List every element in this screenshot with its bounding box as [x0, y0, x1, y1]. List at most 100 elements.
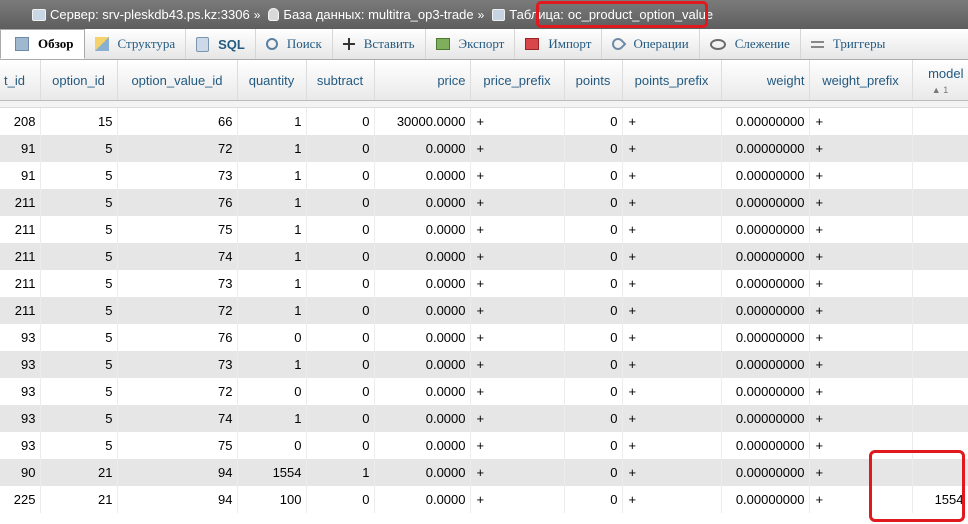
cell-model[interactable]	[912, 351, 968, 378]
cell-subtract[interactable]: 0	[306, 270, 375, 297]
table-row[interactable]: 93 5 73 1 0 0.0000 +0 +0.00000000 +	[0, 351, 968, 378]
cell-subtract[interactable]: 0	[306, 324, 375, 351]
cell-quantity[interactable]: 1	[237, 189, 307, 216]
cell-product-id[interactable]: 211	[0, 189, 41, 216]
table-row[interactable]: 93 5 76 0 0 0.0000 +0 +0.00000000 +	[0, 324, 968, 351]
table-row[interactable]: 90 21 94 1554 1 0.0000 +0 +0.00000000 +	[0, 459, 968, 486]
cell-model[interactable]	[912, 324, 968, 351]
cell-weight[interactable]: 0.00000000	[721, 459, 810, 486]
cell-subtract[interactable]: 0	[306, 216, 375, 243]
cell-points-prefix[interactable]: +	[622, 378, 722, 405]
cell-subtract[interactable]: 0	[306, 486, 375, 513]
cell-weight[interactable]: 0.00000000	[721, 107, 810, 135]
table-row[interactable]: 93 5 75 0 0 0.0000 +0 +0.00000000 +	[0, 432, 968, 459]
cell-quantity[interactable]: 0	[237, 324, 307, 351]
table-row[interactable]: 93 5 72 0 0 0.0000 +0 +0.00000000 +	[0, 378, 968, 405]
cell-weight[interactable]: 0.00000000	[721, 216, 810, 243]
table-row[interactable]: 211 5 74 1 0 0.0000 +0 +0.00000000 +	[0, 243, 968, 270]
column-header-points-prefix[interactable]: points_prefix	[622, 60, 722, 101]
cell-weight-prefix[interactable]: +	[809, 243, 913, 270]
cell-price-prefix[interactable]: +	[470, 459, 565, 486]
cell-points-prefix[interactable]: +	[622, 189, 722, 216]
cell-points[interactable]: 0	[564, 351, 623, 378]
cell-subtract[interactable]: 0	[306, 107, 375, 135]
cell-points-prefix[interactable]: +	[622, 135, 722, 162]
cell-points-prefix[interactable]: +	[622, 324, 722, 351]
cell-option-id[interactable]: 15	[40, 107, 118, 135]
cell-option-value-id[interactable]: 74	[117, 243, 238, 270]
cell-model[interactable]	[912, 216, 968, 243]
cell-price-prefix[interactable]: +	[470, 351, 565, 378]
cell-product-id[interactable]: 208	[0, 107, 41, 135]
cell-price[interactable]: 0.0000	[374, 486, 471, 513]
cell-weight-prefix[interactable]: +	[809, 162, 913, 189]
cell-points[interactable]: 0	[564, 486, 623, 513]
cell-product-id[interactable]: 211	[0, 216, 41, 243]
cell-option-id[interactable]: 5	[40, 351, 118, 378]
tab-export[interactable]: Экспорт	[426, 29, 516, 59]
cell-option-id[interactable]: 5	[40, 135, 118, 162]
cell-points[interactable]: 0	[564, 378, 623, 405]
cell-price[interactable]: 0.0000	[374, 324, 471, 351]
cell-weight[interactable]: 0.00000000	[721, 486, 810, 513]
cell-price-prefix[interactable]: +	[470, 405, 565, 432]
cell-weight[interactable]: 0.00000000	[721, 351, 810, 378]
cell-price-prefix[interactable]: +	[470, 324, 565, 351]
tab-sql[interactable]: SQL	[186, 29, 256, 59]
cell-price[interactable]: 0.0000	[374, 351, 471, 378]
cell-weight-prefix[interactable]: +	[809, 270, 913, 297]
cell-product-id[interactable]: 93	[0, 405, 41, 432]
cell-weight-prefix[interactable]: +	[809, 189, 913, 216]
cell-price[interactable]: 0.0000	[374, 405, 471, 432]
cell-weight[interactable]: 0.00000000	[721, 297, 810, 324]
cell-subtract[interactable]: 0	[306, 189, 375, 216]
cell-price[interactable]: 0.0000	[374, 162, 471, 189]
cell-quantity[interactable]: 1	[237, 270, 307, 297]
table-row[interactable]: 211 5 73 1 0 0.0000 +0 +0.00000000 +	[0, 270, 968, 297]
cell-quantity[interactable]: 1	[237, 297, 307, 324]
cell-subtract[interactable]: 0	[306, 162, 375, 189]
cell-option-id[interactable]: 5	[40, 162, 118, 189]
column-header-weight-prefix[interactable]: weight_prefix	[809, 60, 913, 101]
column-header-option-value-id[interactable]: option_value_id	[117, 60, 238, 101]
cell-points[interactable]: 0	[564, 432, 623, 459]
cell-price[interactable]: 0.0000	[374, 270, 471, 297]
cell-points[interactable]: 0	[564, 216, 623, 243]
cell-option-value-id[interactable]: 72	[117, 297, 238, 324]
cell-points[interactable]: 0	[564, 270, 623, 297]
cell-price-prefix[interactable]: +	[470, 270, 565, 297]
cell-points[interactable]: 0	[564, 243, 623, 270]
column-header-weight[interactable]: weight	[721, 60, 810, 101]
cell-points-prefix[interactable]: +	[622, 432, 722, 459]
cell-weight[interactable]: 0.00000000	[721, 135, 810, 162]
cell-weight[interactable]: 0.00000000	[721, 270, 810, 297]
cell-quantity[interactable]: 1	[237, 107, 307, 135]
cell-price-prefix[interactable]: +	[470, 486, 565, 513]
cell-price-prefix[interactable]: +	[470, 432, 565, 459]
table-row[interactable]: 211 5 72 1 0 0.0000 +0 +0.00000000 +	[0, 297, 968, 324]
cell-option-value-id[interactable]: 74	[117, 405, 238, 432]
cell-option-value-id[interactable]: 76	[117, 189, 238, 216]
column-header-quantity[interactable]: quantity	[237, 60, 307, 101]
column-header-price-prefix[interactable]: price_prefix	[470, 60, 565, 101]
cell-weight[interactable]: 0.00000000	[721, 243, 810, 270]
tab-import[interactable]: Импорт	[515, 29, 603, 59]
cell-model[interactable]	[912, 107, 968, 135]
cell-product-id[interactable]: 93	[0, 432, 41, 459]
column-header-points[interactable]: points	[564, 60, 623, 101]
cell-quantity[interactable]: 1	[237, 405, 307, 432]
cell-option-id[interactable]: 5	[40, 432, 118, 459]
cell-product-id[interactable]: 211	[0, 270, 41, 297]
cell-option-id[interactable]: 5	[40, 243, 118, 270]
cell-option-value-id[interactable]: 94	[117, 486, 238, 513]
cell-subtract[interactable]: 0	[306, 405, 375, 432]
cell-price-prefix[interactable]: +	[470, 297, 565, 324]
cell-option-value-id[interactable]: 75	[117, 216, 238, 243]
cell-model[interactable]	[912, 405, 968, 432]
column-header-product-id[interactable]: t_id	[0, 60, 41, 101]
cell-weight-prefix[interactable]: +	[809, 351, 913, 378]
cell-option-value-id[interactable]: 66	[117, 107, 238, 135]
cell-option-id[interactable]: 21	[40, 459, 118, 486]
cell-points[interactable]: 0	[564, 324, 623, 351]
cell-weight[interactable]: 0.00000000	[721, 162, 810, 189]
